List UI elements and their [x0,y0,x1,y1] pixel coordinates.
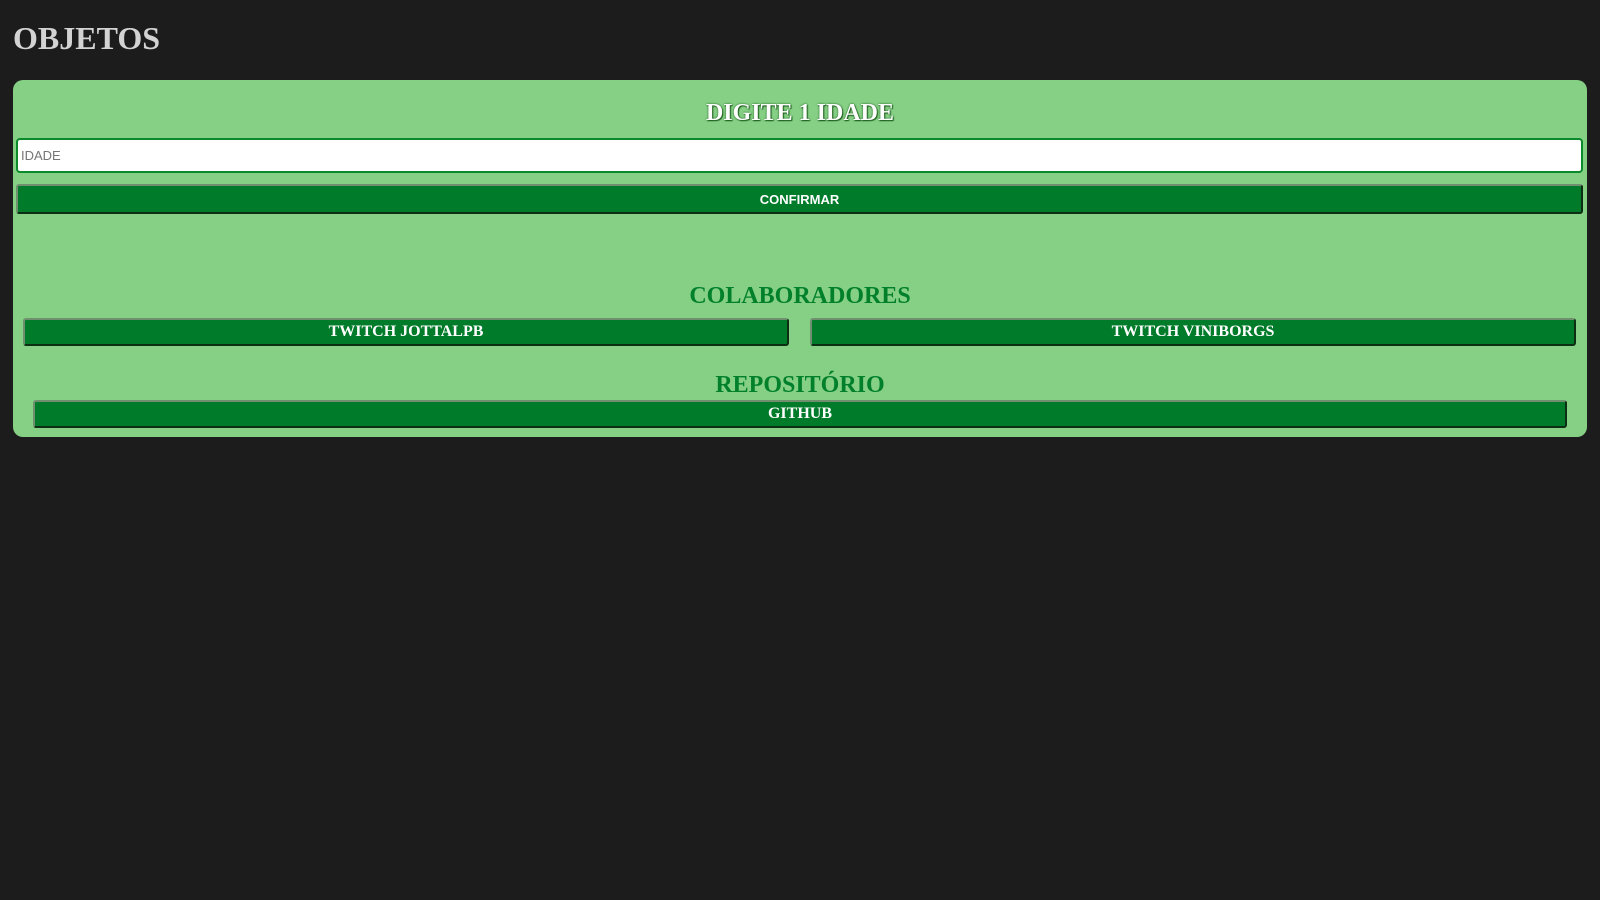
form-title: DIGITE 1 IDADE [705,100,895,126]
main-panel: DIGITE 1 IDADE CONFIRMAR COLABORADORES T… [13,80,1587,437]
github-button[interactable]: GITHUB [33,400,1567,428]
twitch-jottalpb-button[interactable]: TWITCH JOTTALPB [23,318,789,346]
page-title: OBJETOS [13,20,161,56]
repository-title: REPOSITÓRIO [715,372,885,398]
age-input[interactable] [16,138,1583,173]
collaborators-title: COLABORADORES [689,283,911,309]
confirm-button[interactable]: CONFIRMAR [16,184,1583,214]
twitch-viniborgs-button[interactable]: TWITCH VINIBORGS [810,318,1576,346]
